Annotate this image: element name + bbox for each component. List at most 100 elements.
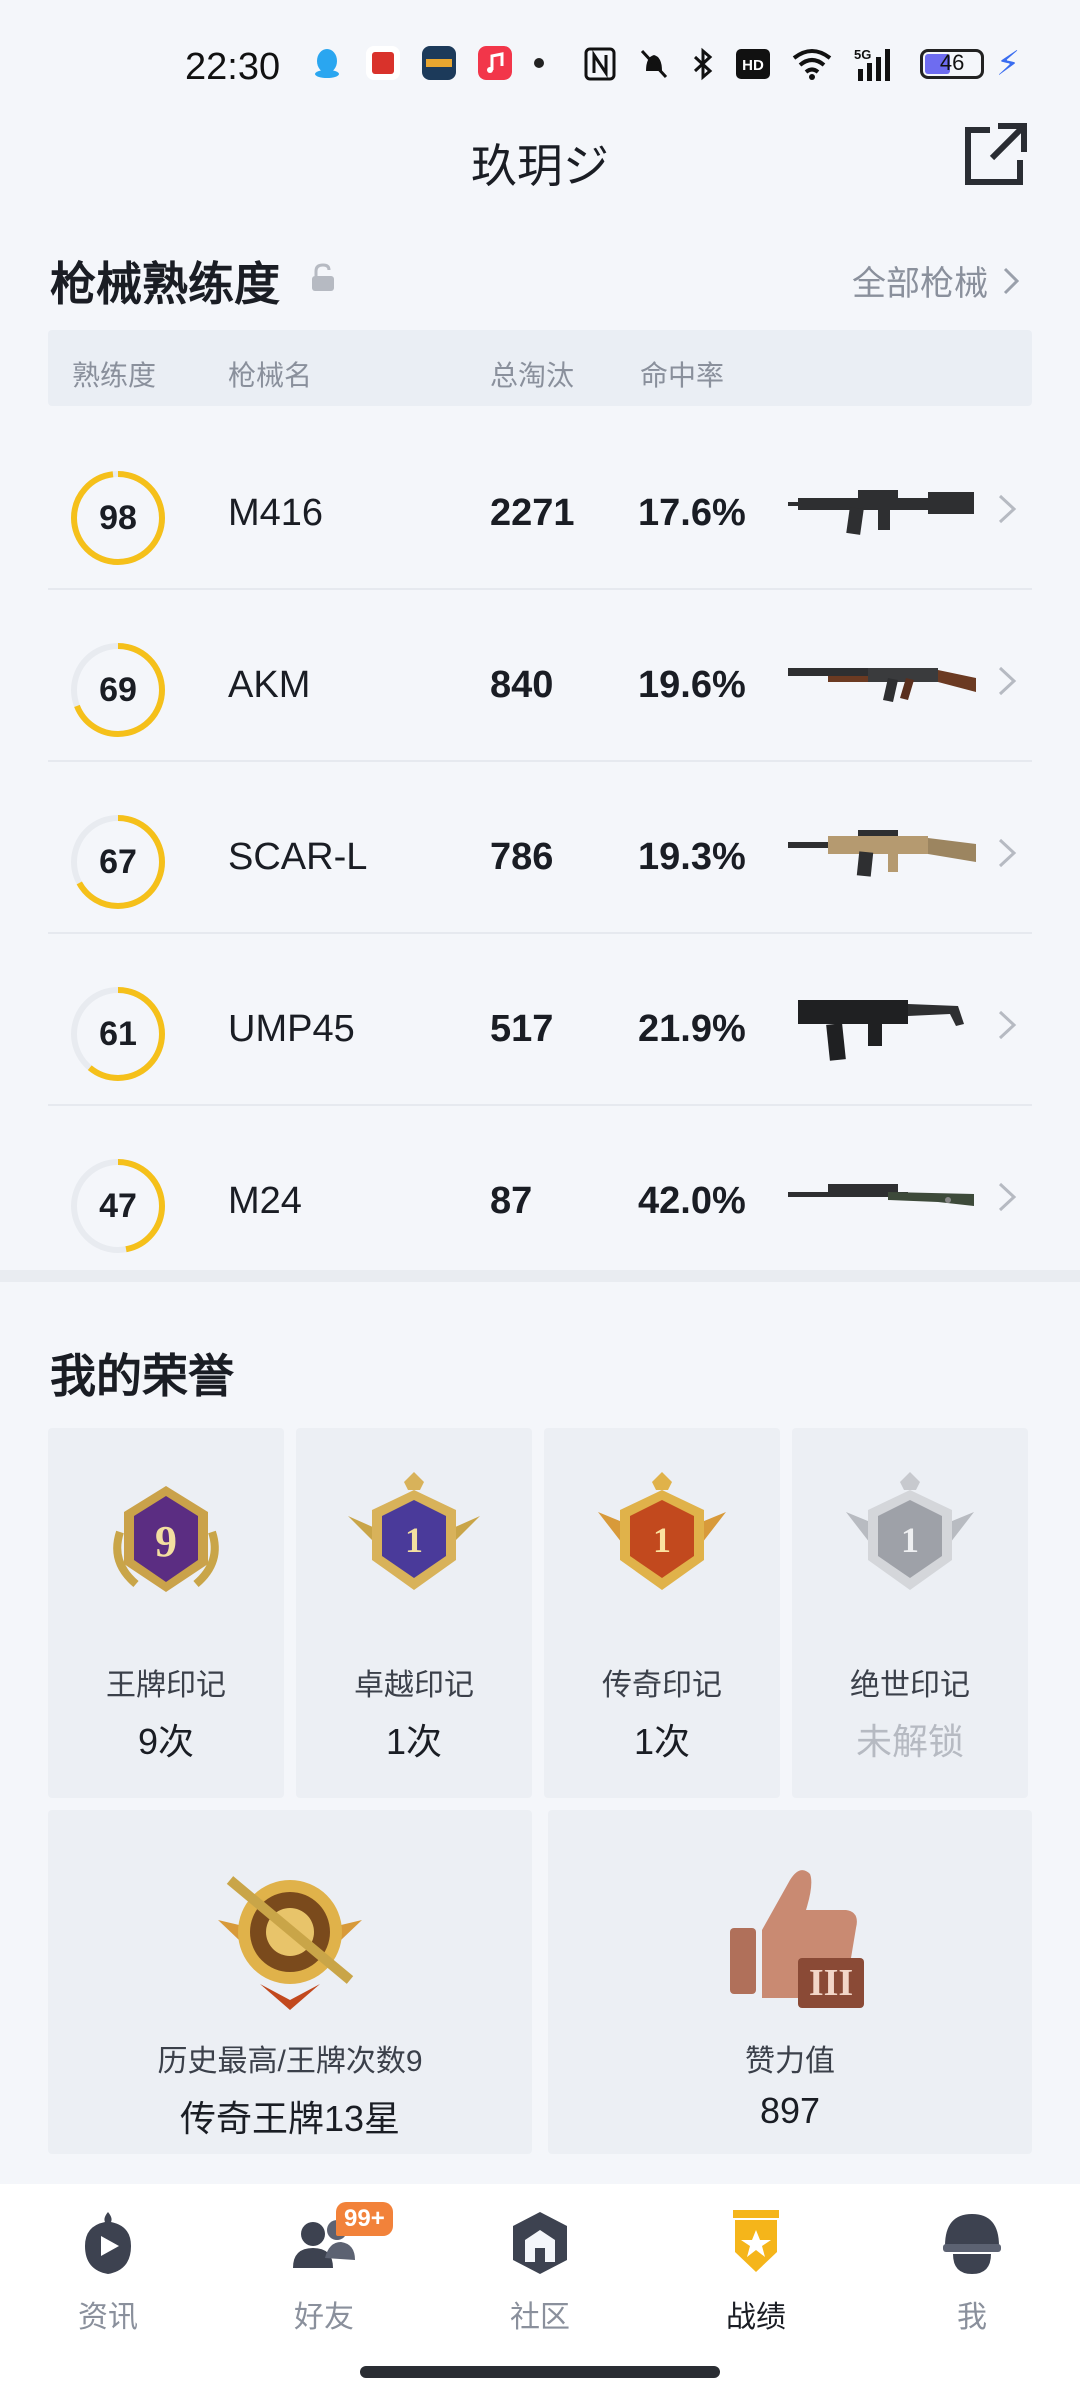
community-icon (513, 2212, 567, 2274)
nav-label-profile: 我 (957, 2301, 987, 2334)
nav-item-profile[interactable]: 我 (892, 2208, 1052, 2336)
news-icon (85, 2212, 131, 2274)
honor-count: 1次 (385, 1721, 443, 1762)
weapon-kills: 840 (490, 664, 554, 706)
scar-rifle-icon (788, 830, 976, 877)
more-dot-icon (534, 58, 544, 68)
weapons-table-header: 熟练度 枪械名 总淘汰 命中率 (48, 330, 1032, 406)
honor-card-peerless[interactable]: 1 绝世印记 未解锁 (792, 1428, 1028, 1798)
signal-icon: 5G (854, 47, 891, 81)
nfc-icon (584, 47, 616, 81)
profile-icon (943, 2214, 1001, 2274)
nav-label-record: 战绩 (726, 2301, 786, 2334)
notification-icons (310, 46, 544, 80)
honor-count: 9次 (137, 1721, 195, 1762)
weapon-kills: 517 (490, 1008, 554, 1050)
honor-card-ace[interactable]: 9 王牌印记 9次 (48, 1428, 284, 1798)
column-header-proficiency: 熟练度 (72, 360, 157, 391)
column-header-weapon-name: 枪械名 (228, 360, 313, 391)
honor-count: 1次 (633, 1721, 691, 1762)
honor-label: 卓越印记 (354, 1669, 474, 1702)
chevron-right-icon (1003, 267, 1020, 294)
thumbs-up-icon: III (730, 1870, 864, 2008)
battery-level: 46 (939, 50, 965, 75)
all-weapons-label: 全部枪械 (852, 265, 988, 303)
honors-section-title: 我的荣誉 (50, 1350, 234, 1402)
nav-item-news[interactable]: 资讯 (28, 2208, 188, 2336)
honor-card-legend[interactable]: 1 传奇印记 1次 (544, 1428, 780, 1798)
svg-text:5G: 5G (854, 47, 871, 62)
proficiency-value: 98 (99, 499, 137, 537)
weapon-hit-rate: 42.0% (638, 1180, 746, 1222)
honor-count: 未解锁 (855, 1721, 964, 1762)
highest-rank-card[interactable]: 历史最高/王牌次数9 传奇王牌13星 (48, 1810, 532, 2154)
bluetooth-icon (694, 47, 713, 81)
lock-icon (312, 263, 334, 291)
music-icon (478, 46, 512, 80)
weapon-kills: 786 (490, 836, 554, 878)
app-icon (366, 46, 400, 80)
nav-label-news: 资讯 (78, 2301, 138, 2334)
weapon-row[interactable]: 69 AKM 840 19.6% (48, 592, 1032, 762)
legend-mark-icon: 1 (598, 1472, 726, 1590)
weapon-name: M24 (228, 1180, 302, 1222)
home-indicator (360, 2366, 720, 2378)
friends-badge: 99+ (336, 2202, 393, 2236)
akm-rifle-icon (788, 668, 976, 702)
excellence-mark-icon: 1 (348, 1472, 480, 1590)
hd-icon: HD (736, 49, 771, 79)
column-header-hit-rate: 命中率 (640, 360, 725, 391)
all-weapons-link[interactable]: 全部枪械 (852, 256, 1020, 305)
nav-item-friends[interactable]: 99+ 好友 (244, 2202, 404, 2336)
weapon-row[interactable]: 67 SCAR-L 786 19.3% (48, 764, 1032, 934)
nav-item-community[interactable]: 社区 (460, 2208, 620, 2336)
proficiency-value: 69 (99, 671, 137, 709)
proficiency-value: 61 (99, 1015, 137, 1053)
share-icon[interactable] (962, 120, 1030, 188)
likes-card[interactable]: III 赞力值 897 (548, 1810, 1032, 2154)
record-icon (733, 2210, 779, 2272)
svg-text:1: 1 (405, 1520, 423, 1560)
weapon-row[interactable]: 98 M416 2271 17.6% (48, 420, 1032, 590)
qq-icon (315, 49, 339, 78)
system-icons: HD 5G 46 ⚡ (584, 44, 1020, 84)
highest-rank-label: 历史最高/王牌次数9 (157, 2045, 423, 2078)
weapon-name: AKM (228, 664, 311, 706)
weapon-row[interactable]: 61 UMP45 517 21.9% (48, 936, 1032, 1106)
ump45-smg-icon (798, 1000, 964, 1061)
honor-label: 绝世印记 (850, 1669, 970, 1702)
weapon-name: UMP45 (228, 1008, 355, 1050)
weapon-hit-rate: 19.6% (638, 664, 746, 706)
svg-text:III: III (809, 1962, 853, 2004)
game-icon (422, 46, 456, 80)
chevron-right-icon (998, 1010, 1017, 1040)
weapon-kills: 2271 (490, 492, 575, 534)
weapon-hit-rate: 19.3% (638, 836, 746, 878)
likes-value: 897 (759, 2090, 821, 2131)
weapon-name: M416 (228, 492, 324, 534)
nav-label-community: 社区 (510, 2301, 570, 2334)
chevron-right-icon (998, 494, 1017, 524)
weapon-name: SCAR-L (228, 836, 368, 878)
mute-icon (641, 49, 668, 79)
svg-text:1: 1 (653, 1520, 671, 1560)
ace-mark-icon: 9 (113, 1486, 219, 1592)
highest-rank-value: 传奇王牌13星 (179, 2098, 401, 2139)
honor-card-excellence[interactable]: 1 卓越印记 1次 (296, 1428, 532, 1798)
status-bar: 22:30 HD 5G 46 ⚡ (0, 0, 1080, 140)
weapon-row[interactable]: 47 M24 87 42.0% (48, 1108, 1032, 1278)
chevron-right-icon (998, 838, 1017, 868)
legend-ace-badge-icon (218, 1876, 362, 2010)
status-time: 22:30 (185, 46, 281, 88)
wifi-icon (792, 49, 832, 80)
svg-text:1: 1 (901, 1520, 919, 1560)
honor-label: 传奇印记 (602, 1669, 722, 1702)
chevron-right-icon (998, 1182, 1017, 1212)
m416-rifle-icon (788, 490, 974, 535)
charging-icon: ⚡ (996, 45, 1020, 83)
weapon-hit-rate: 21.9% (638, 1008, 746, 1050)
nav-item-record[interactable]: 战绩 (676, 2208, 836, 2336)
weapons-section-title: 枪械熟练度 (50, 258, 280, 310)
column-header-total-kills: 总淘汰 (490, 360, 575, 391)
weapon-kills: 87 (490, 1180, 533, 1222)
